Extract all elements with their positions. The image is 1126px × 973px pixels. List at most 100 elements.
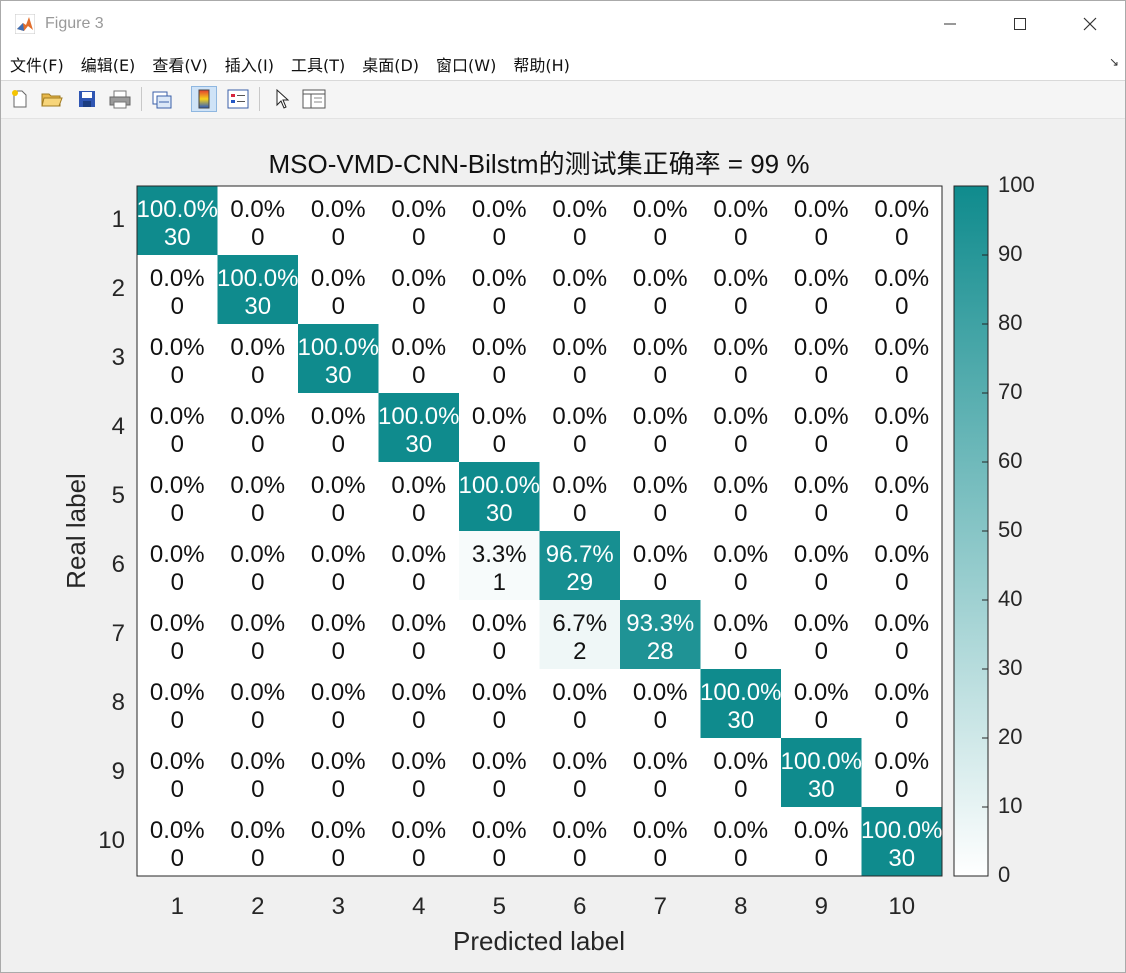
cell-count-label: 0	[412, 638, 425, 665]
cell-percent-label: 0.0%	[552, 334, 607, 361]
cell-count-label: 0	[815, 569, 828, 596]
cell-count-label: 0	[654, 500, 667, 527]
cell-percent-label: 0.0%	[713, 610, 768, 637]
cell-count-label: 0	[493, 776, 506, 803]
menu-insert[interactable]: 插入(I)	[225, 52, 274, 76]
cell-percent-label: 0.0%	[150, 679, 205, 706]
cell-percent-label: 0.0%	[713, 817, 768, 844]
minimize-button[interactable]	[915, 1, 985, 47]
cell-count-label: 0	[734, 776, 747, 803]
cell-count-label: 0	[171, 293, 184, 320]
cell-count-label: 0	[171, 431, 184, 458]
cell-count-label: 0	[412, 569, 425, 596]
menu-view[interactable]: 查看(V)	[152, 52, 207, 76]
cell-count-label: 30	[486, 500, 513, 527]
cell-count-label: 0	[654, 707, 667, 734]
cell-percent-label: 6.7%	[552, 610, 607, 637]
colorbar-tick-label: 100	[998, 172, 1035, 197]
save-button[interactable]	[74, 86, 100, 112]
cell-count-label: 0	[734, 845, 747, 872]
cell-count-label: 0	[493, 845, 506, 872]
cell-percent-label: 0.0%	[472, 610, 527, 637]
cell-count-label: 0	[332, 500, 345, 527]
cell-percent-label: 0.0%	[874, 403, 929, 430]
menu-file[interactable]: 文件(F)	[10, 52, 64, 76]
cell-count-label: 0	[734, 638, 747, 665]
cell-count-label: 0	[895, 431, 908, 458]
cell-percent-label: 0.0%	[230, 472, 285, 499]
cell-percent-label: 100.0%	[217, 265, 298, 292]
y-tick-label: 9	[112, 758, 125, 785]
menu-window[interactable]: 窗口(W)	[436, 52, 496, 76]
cell-percent-label: 0.0%	[874, 748, 929, 775]
cell-count-label: 0	[493, 362, 506, 389]
toolbar-separator	[141, 87, 142, 111]
cell-percent-label: 0.0%	[633, 748, 688, 775]
legend-button[interactable]	[225, 86, 251, 112]
y-axis-label: Real label	[61, 473, 91, 589]
cell-percent-label: 0.0%	[552, 196, 607, 223]
cell-percent-label: 0.0%	[633, 403, 688, 430]
cell-percent-label: 0.0%	[794, 334, 849, 361]
cell-percent-label: 0.0%	[230, 334, 285, 361]
cell-count-label: 0	[573, 293, 586, 320]
new-figure-button[interactable]	[7, 86, 33, 112]
cell-percent-label: 0.0%	[472, 403, 527, 430]
title-bar: Figure 3	[1, 1, 1125, 47]
cell-count-label: 0	[493, 293, 506, 320]
cell-count-label: 0	[895, 707, 908, 734]
cell-count-label: 0	[332, 638, 345, 665]
printer-icon	[109, 90, 131, 109]
dock-arrow-icon[interactable]: ↘	[1109, 55, 1119, 69]
cell-count-label: 0	[251, 707, 264, 734]
menu-edit[interactable]: 编辑(E)	[81, 52, 136, 76]
cell-count-label: 30	[325, 362, 352, 389]
legend-icon	[227, 89, 249, 109]
x-tick-label: 10	[888, 893, 915, 920]
select-pointer-button[interactable]	[269, 86, 295, 112]
menu-tools[interactable]: 工具(T)	[291, 52, 345, 76]
cell-count-label: 0	[573, 224, 586, 251]
cell-count-label: 0	[251, 431, 264, 458]
cell-percent-label: 0.0%	[150, 610, 205, 637]
cell-percent-label: 0.0%	[311, 196, 366, 223]
property-inspector-button[interactable]	[301, 86, 327, 112]
cell-count-label: 0	[815, 293, 828, 320]
open-file-button[interactable]	[39, 86, 65, 112]
cell-percent-label: 0.0%	[713, 403, 768, 430]
cell-percent-label: 0.0%	[391, 817, 446, 844]
confusion-matrix-chart: 100.0%300.0%00.0%00.0%00.0%00.0%00.0%00.…	[61, 149, 1035, 956]
close-button[interactable]	[1055, 1, 1125, 47]
cell-count-label: 1	[493, 569, 506, 596]
cell-count-label: 28	[647, 638, 674, 665]
x-tick-label: 8	[734, 893, 747, 920]
cell-count-label: 30	[405, 431, 432, 458]
save-disk-icon	[79, 91, 95, 107]
cell-percent-label: 0.0%	[552, 265, 607, 292]
colorbar-tick-label: 0	[998, 862, 1010, 887]
cell-percent-label: 100.0%	[781, 748, 862, 775]
cell-count-label: 0	[332, 776, 345, 803]
cell-count-label: 0	[654, 845, 667, 872]
link-plot-button[interactable]	[149, 86, 175, 112]
cell-percent-label: 0.0%	[713, 196, 768, 223]
cell-percent-label: 0.0%	[874, 196, 929, 223]
open-folder-icon	[41, 93, 63, 107]
cell-count-label: 0	[815, 224, 828, 251]
menu-help[interactable]: 帮助(H)	[513, 52, 570, 76]
print-button[interactable]	[107, 86, 133, 112]
cell-count-label: 0	[573, 362, 586, 389]
cell-count-label: 29	[566, 569, 593, 596]
cell-count-label: 0	[332, 707, 345, 734]
cell-percent-label: 0.0%	[794, 817, 849, 844]
cell-count-label: 0	[493, 707, 506, 734]
menu-desktop[interactable]: 桌面(D)	[362, 52, 419, 76]
y-tick-label: 5	[112, 482, 125, 509]
cell-percent-label: 3.3%	[472, 541, 527, 568]
colorbar-button[interactable]	[191, 86, 217, 112]
cell-count-label: 0	[734, 224, 747, 251]
cell-percent-label: 0.0%	[472, 334, 527, 361]
cell-percent-label: 0.0%	[150, 403, 205, 430]
cell-percent-label: 0.0%	[150, 265, 205, 292]
maximize-button[interactable]	[985, 1, 1055, 47]
